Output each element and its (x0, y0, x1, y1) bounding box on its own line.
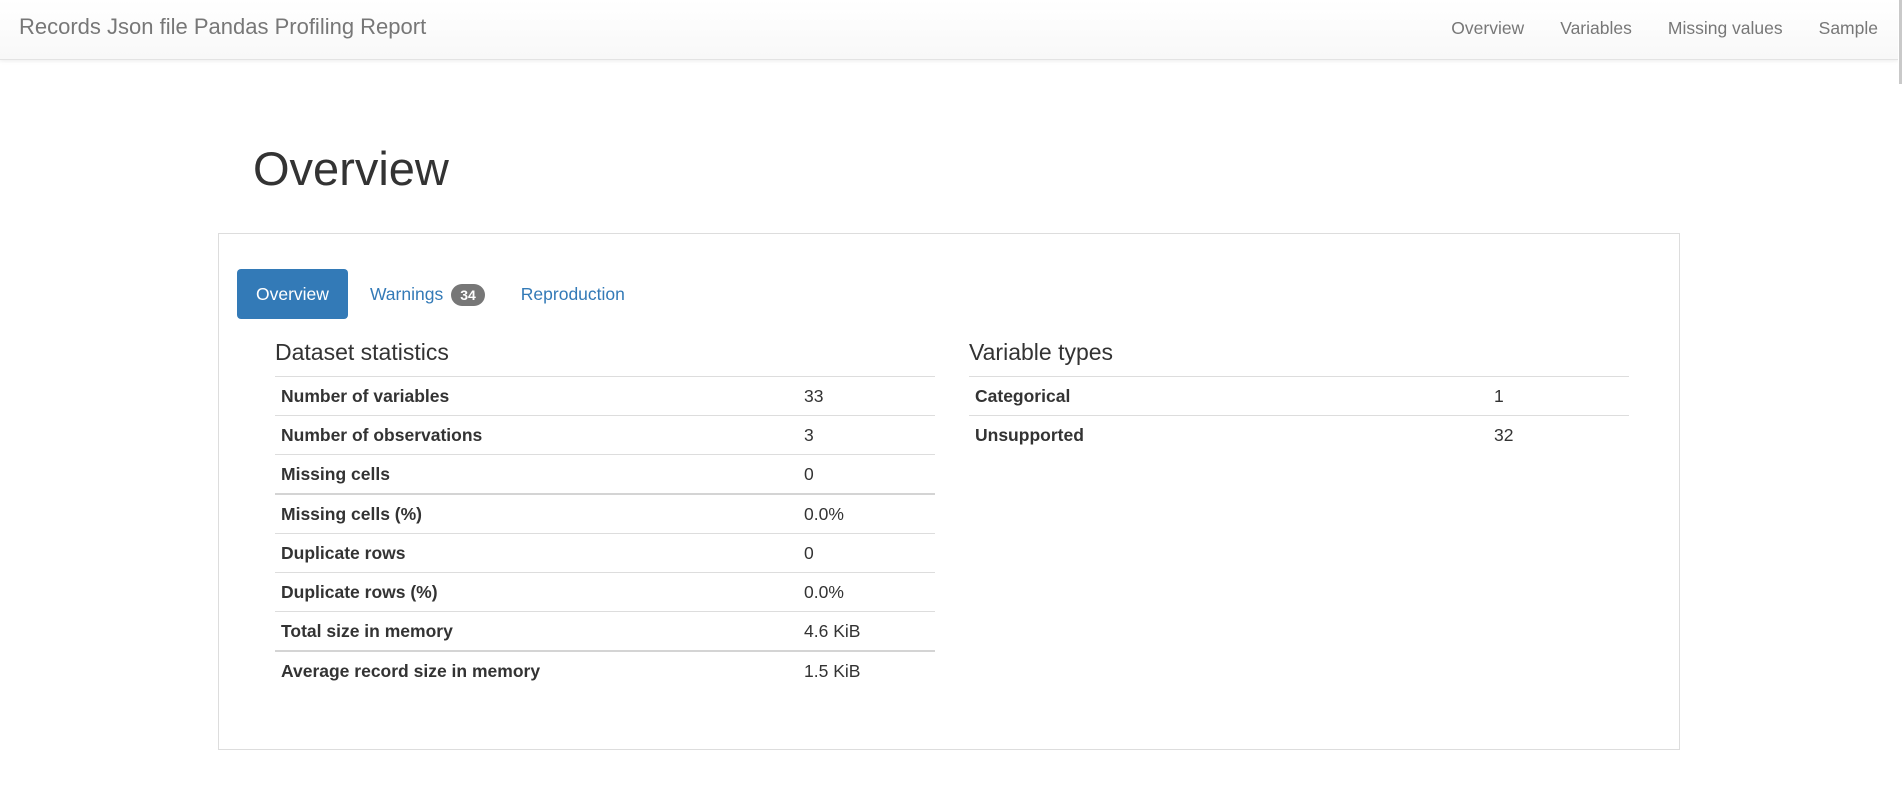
tab-warnings[interactable]: Warnings 34 (352, 269, 503, 319)
stat-label: Number of variables (275, 376, 798, 416)
stat-label: Unsupported (969, 415, 1488, 454)
dataset-statistics-title: Dataset statistics (275, 339, 449, 365)
stat-value: 1 (1488, 376, 1629, 416)
table-row: Average record size in memory 1.5 KiB (275, 650, 935, 690)
nav-link-missing-values[interactable]: Missing values (1650, 18, 1801, 39)
stat-value: 0.0% (798, 572, 935, 612)
table-row: Number of variables 33 (275, 376, 935, 416)
stat-value: 32 (1488, 415, 1629, 454)
variable-types-title: Variable types (969, 339, 1114, 365)
nav-link-sample[interactable]: Sample (1801, 18, 1878, 39)
table-row: Missing cells (%) 0.0% (275, 493, 935, 534)
tab-warnings-label: Warnings (369, 284, 444, 304)
stat-label: Missing cells (%) (275, 493, 798, 534)
top-navbar: Records Json file Pandas Profiling Repor… (0, 0, 1898, 60)
report-title-brand[interactable]: Records Json file Pandas Profiling Repor… (19, 14, 426, 40)
table-row: Unsupported 32 (969, 415, 1629, 454)
variable-types-section: Variable types Categorical 1 Unsupported… (969, 339, 1629, 454)
table-row: Total size in memory 4.6 KiB (275, 611, 935, 651)
stat-value: 0 (798, 533, 935, 573)
stat-value: 0 (798, 454, 935, 494)
stat-label: Total size in memory (275, 611, 798, 651)
tab-overview[interactable]: Overview (237, 269, 348, 319)
table-row: Number of observations 3 (275, 415, 935, 455)
dataset-statistics-section: Dataset statistics Number of variables 3… (275, 339, 935, 690)
page-title: Overview (253, 142, 449, 195)
nav-links: Overview Variables Missing values Sample (1433, 18, 1878, 39)
overview-tabs: Overview Warnings 34 Reproduction (237, 269, 643, 319)
stat-value: 33 (798, 376, 935, 416)
nav-link-variables[interactable]: Variables (1542, 18, 1650, 39)
stat-label: Duplicate rows (275, 533, 798, 573)
table-row: Duplicate rows 0 (275, 533, 935, 573)
stat-value: 0.0% (798, 493, 935, 534)
nav-link-overview[interactable]: Overview (1433, 18, 1542, 39)
warnings-count-badge: 34 (451, 284, 485, 306)
overview-panel: Overview Warnings 34 Reproduction Datase… (218, 233, 1680, 750)
stat-label: Missing cells (275, 454, 798, 494)
table-row: Missing cells 0 (275, 454, 935, 494)
stat-value: 4.6 KiB (798, 611, 935, 651)
tab-reproduction[interactable]: Reproduction (503, 269, 643, 319)
scrollbar[interactable] (1898, 0, 1902, 796)
stat-value: 3 (798, 415, 935, 455)
table-row: Duplicate rows (%) 0.0% (275, 572, 935, 612)
variable-types-table: Categorical 1 Unsupported 32 (969, 376, 1629, 454)
tab-overview-label: Overview (256, 284, 329, 304)
tab-reproduction-label: Reproduction (520, 284, 625, 304)
stat-label: Duplicate rows (%) (275, 572, 798, 612)
dataset-statistics-table: Number of variables 33 Number of observa… (275, 376, 935, 690)
stat-value: 1.5 KiB (798, 650, 935, 690)
stat-label: Number of observations (275, 415, 798, 455)
table-row: Categorical 1 (969, 376, 1629, 416)
stat-label: Categorical (969, 376, 1488, 416)
stat-label: Average record size in memory (275, 650, 798, 690)
